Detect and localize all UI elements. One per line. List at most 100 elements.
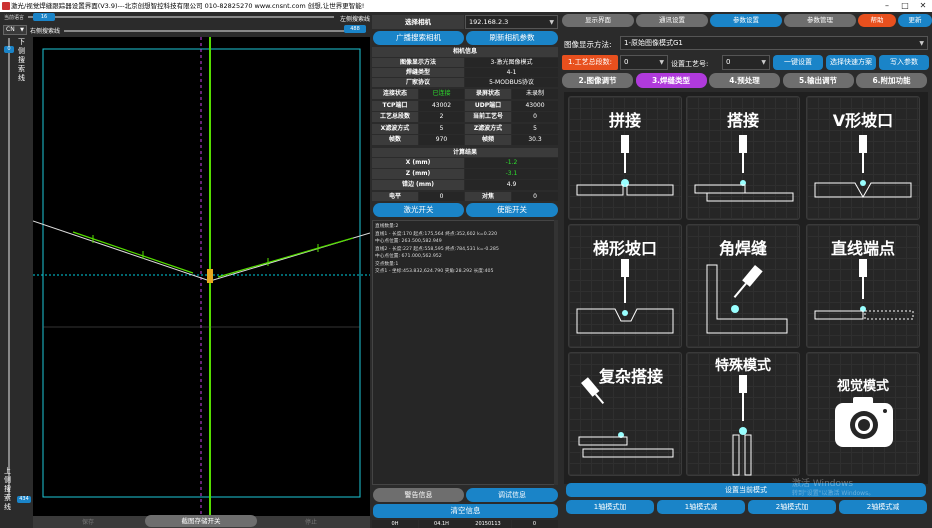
info-label: 厂家协议 xyxy=(372,78,464,87)
laser-profile-svg xyxy=(33,37,370,516)
maximize-button[interactable]: □ xyxy=(896,0,914,12)
status-label: UDP端口 xyxy=(465,100,511,111)
onekey-setup-button[interactable]: 一键设置 xyxy=(773,55,823,70)
tab-debug[interactable]: 调试信息 xyxy=(466,488,558,502)
clear-info-button[interactable]: 清空信息 xyxy=(373,504,558,518)
axis-mode-button-1[interactable]: 1轴模式减 xyxy=(657,500,745,514)
slider-handle-1[interactable]: 16 xyxy=(33,13,55,21)
weld-card-4[interactable]: 角焊缝 xyxy=(686,224,800,348)
special-mode-icon xyxy=(687,353,801,481)
write-params-button[interactable]: 写入参数 xyxy=(879,55,929,70)
log-line: 中心点位置: 263.500,582.949 xyxy=(375,239,442,244)
log-line: 直线数量:2 xyxy=(375,224,399,229)
trapezoid-groove-icon xyxy=(569,225,683,353)
subtab-3[interactable]: 5.输出调节 xyxy=(782,73,854,88)
status-value: 0 xyxy=(512,112,558,122)
weld-card-6[interactable]: 复杂搭接 xyxy=(568,352,682,476)
set-process-select[interactable]: 0 ▼ xyxy=(722,55,770,70)
status-value: 2 xyxy=(419,112,464,122)
fit-line-2 xyxy=(217,237,354,278)
quick-scheme-button[interactable]: 选择快速方案 xyxy=(826,55,876,70)
weld-card-8[interactable]: 视觉模式 xyxy=(806,352,920,476)
total-stages-value: 0 xyxy=(624,58,629,66)
middle-panel: 选择相机 192.168.2.3 ▼ 广播搜索相机 刷新相机参数 相机信息 图像显… xyxy=(372,12,558,528)
status-value: 已连接 xyxy=(419,89,464,99)
minimize-button[interactable]: – xyxy=(878,0,896,12)
tab-4[interactable]: 帮助 xyxy=(858,14,896,27)
tab-warnings[interactable]: 警告信息 xyxy=(373,488,464,502)
top-slider-2[interactable] xyxy=(64,30,366,32)
tab-1[interactable]: 通讯设置 xyxy=(636,14,708,27)
log-line: 交点1 - 坐标:453.832,624.790 夹角:28.292 长度:40… xyxy=(375,269,494,274)
window-title: 激光/视觉焊缝跟踪器设置界面(V3.9)---北京创想智控科技有限公司 010-… xyxy=(11,2,365,10)
total-stages-select[interactable]: 0 ▼ xyxy=(620,55,668,70)
footer-cell: 0 xyxy=(511,520,558,528)
top-slider-1[interactable] xyxy=(28,16,334,18)
broadcast-search-button[interactable]: 广播搜索相机 xyxy=(373,31,464,45)
camera-view[interactable] xyxy=(33,37,370,516)
upper-search-label: 上侧搜索线 xyxy=(4,467,11,511)
status-label: 连接状态 xyxy=(372,89,418,99)
close-button[interactable]: ✕ xyxy=(914,0,932,12)
status-value: 970 xyxy=(419,135,464,145)
fillet-icon xyxy=(687,225,801,353)
tab-3[interactable]: 参数管理 xyxy=(784,14,856,27)
subtab-0[interactable]: 2.图像调节 xyxy=(562,73,633,88)
app-icon xyxy=(2,2,10,10)
camera-ip: 192.168.2.3 xyxy=(469,18,509,26)
chevron-down-icon: ▼ xyxy=(919,40,924,47)
calc-value: -1.2 xyxy=(465,158,558,168)
slider-handle-2[interactable]: 488 xyxy=(344,25,366,33)
tab-0[interactable]: 显示界面 xyxy=(562,14,634,27)
weld-card-1[interactable]: 搭接 xyxy=(686,96,800,220)
log-scrollbar[interactable] xyxy=(554,220,558,485)
status-value: 未录制 xyxy=(512,89,558,99)
log-line: 交点数量:1 xyxy=(375,261,399,267)
weld-card-0[interactable]: 拼接 xyxy=(568,96,682,220)
weld-card-7[interactable]: 特殊模式 xyxy=(686,352,800,476)
subtab-4[interactable]: 6.附加功能 xyxy=(856,73,927,88)
status-value: 5 xyxy=(512,123,558,134)
set-process-label: 设置工艺号: xyxy=(671,60,709,68)
activate-windows-hint: 转到"设置"以激活 Windows。 xyxy=(792,490,875,497)
subtab-2[interactable]: 4.预处理 xyxy=(709,73,780,88)
vslider-handle-bottom[interactable]: 434 xyxy=(17,496,31,503)
axis-mode-button-2[interactable]: 2轴模式加 xyxy=(748,500,836,514)
screenshot-toggle-button[interactable]: 截图存储开关 xyxy=(145,515,257,527)
display-mode-value: 1-原始图像模式G1 xyxy=(624,39,683,47)
calc-label: X (mm) xyxy=(372,158,464,168)
chevron-down-icon: ▼ xyxy=(20,27,24,33)
axis-mode-button-3[interactable]: 2轴模式减 xyxy=(839,500,927,514)
fit-line-1 xyxy=(72,231,194,274)
lang-select[interactable]: CN ▼ xyxy=(3,25,27,35)
status-label: 录屏状态 xyxy=(465,89,511,99)
tab-2[interactable]: 参数设置 xyxy=(710,14,782,27)
vertical-slider[interactable] xyxy=(8,38,10,498)
camera-select[interactable]: 192.168.2.3 ▼ xyxy=(465,15,558,29)
display-mode-select[interactable]: 1-原始图像模式G1 ▼ xyxy=(620,36,928,50)
weld-card-5[interactable]: 直线端点 xyxy=(806,224,920,348)
left-panel: 当前语言 16 左侧搜索线 CN ▼ 右侧搜索线 488 0 434 下侧搜索线 … xyxy=(0,12,370,528)
weld-card-3[interactable]: 梯形坡口 xyxy=(568,224,682,348)
status-value: 43000 xyxy=(512,100,558,111)
level-value: 0 xyxy=(419,192,464,201)
laser-toggle-button[interactable]: 激光开关 xyxy=(373,203,464,217)
log-line: 直线1 - 长度:170 起点:175,564 终点:352,602 k=0.2… xyxy=(375,231,498,237)
weld-card-2[interactable]: V形坡口 xyxy=(806,96,920,220)
log-area[interactable]: 直线数量:2 直线1 - 长度:170 起点:175,564 终点:352,602… xyxy=(372,220,558,485)
subtab-1[interactable]: 3.焊缝类型 xyxy=(635,73,707,88)
v-groove-icon xyxy=(807,97,921,225)
left-search-label: 右侧搜索线 xyxy=(30,28,61,35)
info-label: 图像显示方法 xyxy=(372,58,464,67)
status-label: 当前工艺号 xyxy=(465,112,511,122)
enable-toggle-button[interactable]: 使能开关 xyxy=(466,203,558,217)
save-button[interactable]: 保存 xyxy=(82,517,94,526)
calc-label: 错边 (mm) xyxy=(372,180,464,190)
cam-info-title: 相机信息 xyxy=(372,47,558,57)
stop-button[interactable]: 停止 xyxy=(305,517,317,526)
tab-5[interactable]: 更新 xyxy=(898,14,932,27)
refresh-params-button[interactable]: 刷新相机参数 xyxy=(466,31,558,45)
axis-mode-button-0[interactable]: 1轴模式加 xyxy=(566,500,654,514)
set-process-value: 0 xyxy=(726,58,731,66)
vslider-handle-top[interactable]: 0 xyxy=(4,46,14,53)
